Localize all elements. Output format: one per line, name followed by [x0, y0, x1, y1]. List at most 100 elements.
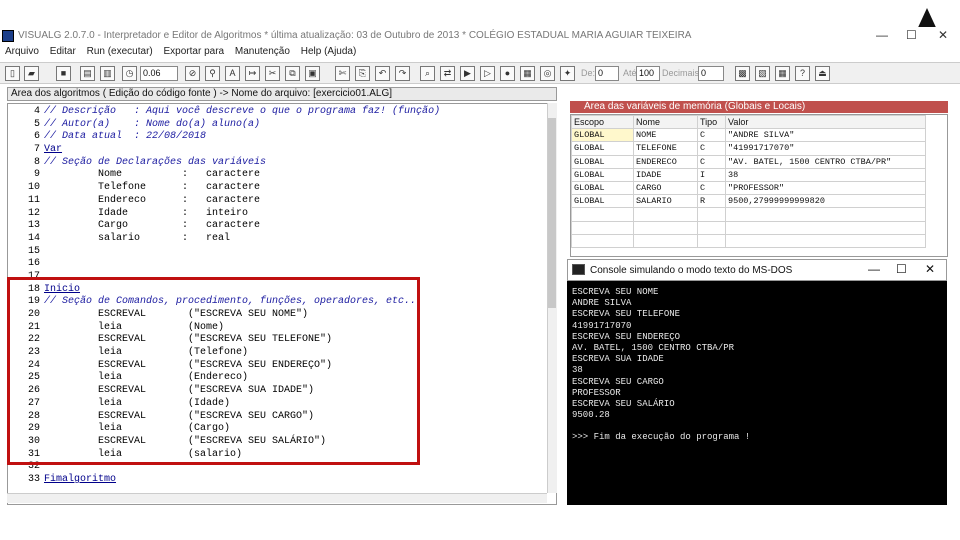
column-header[interactable]: Nome	[633, 115, 698, 130]
line-number: 7	[33, 144, 40, 156]
menu-exportar[interactable]: Exportar para	[164, 46, 225, 57]
menu-help[interactable]: Help (Ajuda)	[301, 46, 357, 57]
ascii-table-icon[interactable]: ▧	[755, 66, 770, 81]
exit-icon[interactable]: ⏏	[815, 66, 830, 81]
line-number: 33	[27, 473, 40, 485]
run-step-icon[interactable]: ▷	[480, 66, 495, 81]
menu-editar[interactable]: Editar	[50, 46, 76, 57]
table-row: GLOBAL CARGO C "PROFESSOR"	[571, 180, 926, 196]
line-number: 4	[33, 106, 40, 117]
code-line: 7 Var	[8, 144, 440, 157]
editor-header: Área dos algoritmos ( Edição do código f…	[7, 87, 557, 101]
font-icon[interactable]: A	[225, 66, 240, 81]
table-cell: C	[697, 180, 726, 196]
wand-icon[interactable]: ✦	[560, 66, 575, 81]
code-line: 8 // Seção de Declarações das variáveis	[8, 157, 440, 170]
find-icon[interactable]: ⌕	[420, 66, 435, 81]
console-line: >>> Fim da execução do programa !	[572, 432, 751, 443]
menu-manutencao[interactable]: Manutenção	[235, 46, 290, 57]
editor-scroll-thumb[interactable]	[548, 118, 556, 308]
copy-icon[interactable]: ⧉	[285, 66, 300, 81]
print-preview-icon[interactable]: ▥	[100, 66, 115, 81]
breakpoint-icon[interactable]: ●	[500, 66, 515, 81]
comment-icon[interactable]: ✂	[265, 66, 280, 81]
code-text: Endereco : caractere	[44, 194, 261, 206]
speed-select[interactable]: 0.06	[140, 66, 178, 81]
code-line: 13 Cargo : caractere	[8, 220, 440, 233]
console-output: ESCREVA SEU NOME ANDRE SILVA ESCREVA SEU T…	[567, 281, 947, 505]
window-title: VISUALG 2.0.7.0 - Interpretador e Editor…	[18, 30, 692, 41]
column-header[interactable]: Tipo	[697, 115, 726, 130]
app-icon	[2, 30, 14, 42]
calculator-icon[interactable]: ▩	[735, 66, 750, 81]
console-line: 41991717070	[572, 320, 632, 331]
code-text: // Seção de Declarações das variáveis	[44, 156, 267, 168]
variables-panel-title: Área das variáveis de memória (Globais e…	[570, 101, 948, 113]
empty-row	[571, 207, 926, 222]
table-cell: I	[697, 167, 726, 182]
open-file-icon[interactable]: ▰	[24, 66, 39, 81]
menu-run[interactable]: Run (executar)	[87, 46, 153, 57]
run-icon[interactable]: ▶	[460, 66, 475, 81]
cut-icon[interactable]: ✄	[335, 66, 350, 81]
table-cell: R	[697, 194, 726, 209]
table-cell: GLOBAL	[571, 167, 634, 182]
print-icon[interactable]: ▤	[80, 66, 95, 81]
code-text: // Data atual : 22/08/2018	[44, 131, 207, 143]
replace-icon[interactable]: ⇄	[440, 66, 455, 81]
menu-bar: Arquivo Editar Run (executar) Exportar p…	[0, 46, 960, 60]
code-text: // Autor(a) : Nome do(a) aluno(a)	[44, 118, 261, 130]
table-cell: NOME	[633, 128, 698, 143]
close-button[interactable]: ✕	[938, 28, 948, 42]
clipboard-icon[interactable]: ⎘	[355, 66, 370, 81]
code-line: 4 // Descrição : Aqui você descreve o que…	[8, 106, 440, 119]
table-cell: C	[697, 154, 726, 169]
table-cell: CARGO	[633, 180, 698, 196]
code-line: 11 Endereco : caractere	[8, 195, 440, 208]
menu-arquivo[interactable]: Arquivo	[5, 46, 39, 57]
ate-input[interactable]: 100	[636, 66, 660, 81]
table-cell: GLOBAL	[571, 141, 634, 156]
table-cell: GLOBAL	[571, 154, 634, 169]
code-text: Idade : inteiro	[44, 207, 249, 219]
table-cell: IDADE	[633, 167, 698, 182]
console-icon	[572, 264, 585, 275]
code-line: 9 Nome : caractere	[8, 169, 440, 182]
table-cell: "ANDRE SILVA"	[725, 128, 926, 143]
empty-row	[571, 220, 926, 235]
console-minimize-button[interactable]: —	[868, 262, 880, 276]
column-header[interactable]: Valor	[725, 115, 926, 130]
console-maximize-button[interactable]: ☐	[896, 262, 907, 276]
save-icon[interactable]: ■	[56, 66, 71, 81]
watch-icon[interactable]: ◎	[540, 66, 555, 81]
new-file-icon[interactable]: ▯	[5, 66, 20, 81]
editor-horizontal-scrollbar[interactable]	[7, 493, 547, 503]
variables-panel: Escopo Nome Tipo Valor GLOBAL NOME C "ANDRE SI…	[570, 114, 948, 257]
code-line: 16	[8, 258, 440, 271]
de-input[interactable]: 0	[595, 66, 619, 81]
table-row: GLOBAL SALARIO R 9500,27999999999820	[571, 194, 926, 209]
paste-icon[interactable]: ▣	[305, 66, 320, 81]
code-text: Var	[44, 144, 63, 156]
redo-icon[interactable]: ↷	[395, 66, 410, 81]
grid-icon[interactable]: ▦	[775, 66, 790, 81]
variables-header-row: Escopo Nome Tipo Valor	[571, 115, 926, 130]
code-line: 10 Telefone : caractere	[8, 182, 440, 195]
timer-icon[interactable]: ◷	[122, 66, 137, 81]
table-cell: "PROFESSOR"	[725, 180, 926, 196]
minimize-button[interactable]: —	[876, 28, 888, 42]
line-number: 13	[27, 220, 40, 232]
undo-icon[interactable]: ↶	[375, 66, 390, 81]
line-number: 5	[33, 118, 40, 130]
console-close-button[interactable]: ✕	[925, 262, 935, 276]
column-header[interactable]: Escopo	[571, 115, 634, 130]
variables-icon[interactable]: ▦	[520, 66, 535, 81]
indent-icon[interactable]: ↦	[245, 66, 260, 81]
variables-table: Escopo Nome Tipo Valor GLOBAL NOME C "ANDRE SI…	[571, 115, 926, 248]
maximize-button[interactable]: ☐	[906, 28, 917, 42]
console-line: ESCREVA SEU SALÁRIO	[572, 398, 675, 409]
step-icon[interactable]: ⚲	[205, 66, 220, 81]
help-icon[interactable]: ?	[795, 66, 810, 81]
decimais-select[interactable]: 0	[698, 66, 724, 81]
stop-icon[interactable]: ⊘	[185, 66, 200, 81]
